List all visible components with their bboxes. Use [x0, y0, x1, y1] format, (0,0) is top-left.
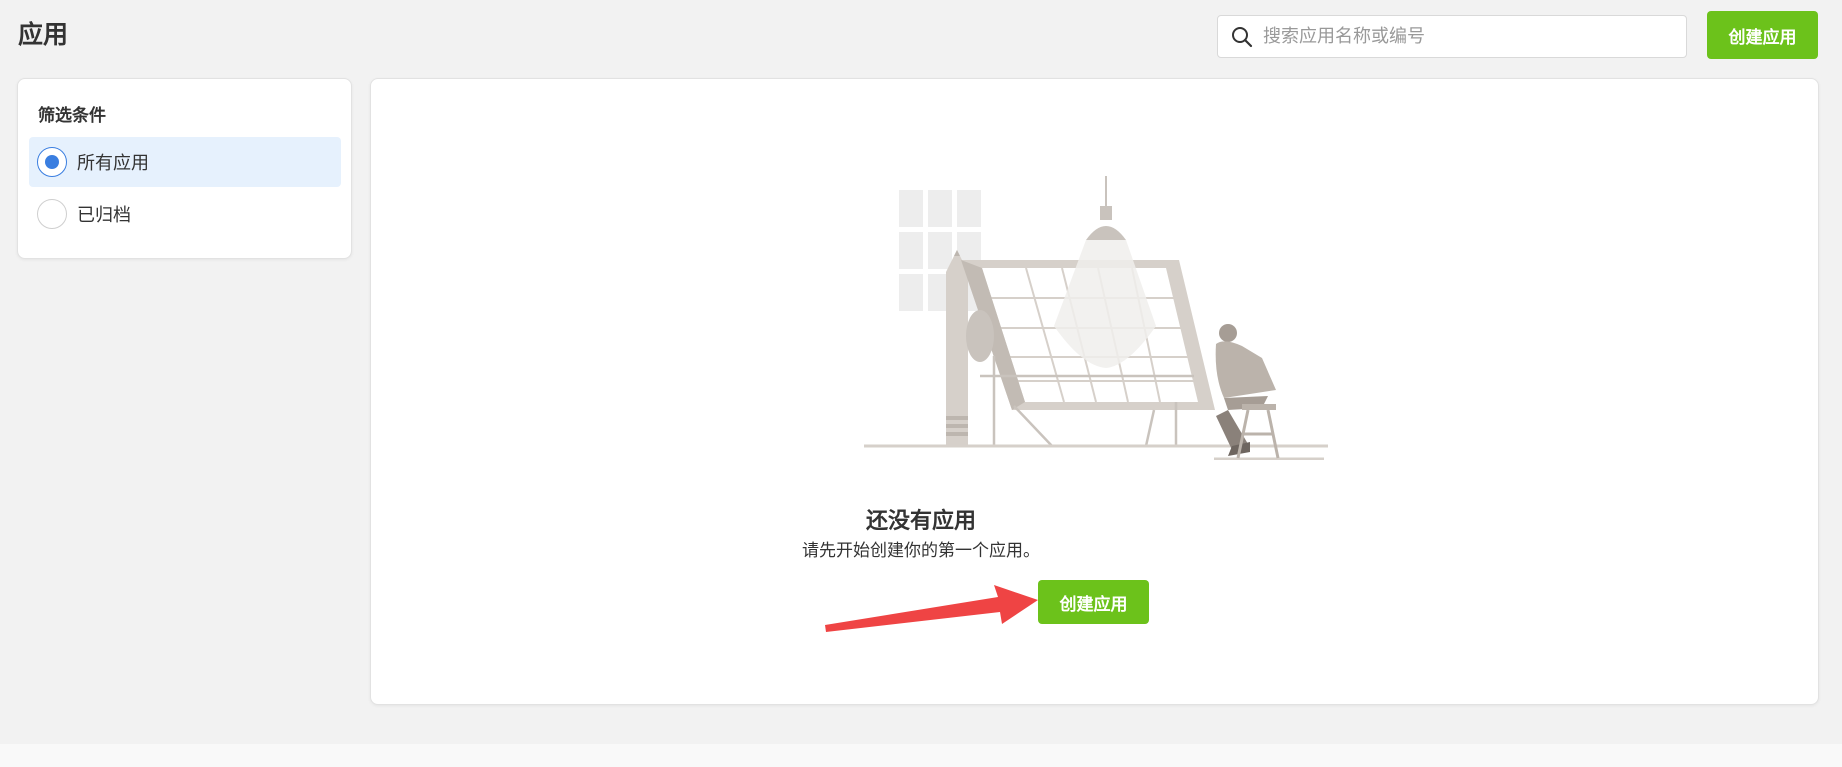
search-box[interactable] [1217, 15, 1687, 58]
filter-option-label: 已归档 [77, 205, 131, 226]
filter-title: 筛选条件 [38, 106, 106, 126]
search-icon [1231, 26, 1253, 48]
page-title: 应用 [18, 20, 69, 49]
radio-checked[interactable] [37, 147, 67, 177]
empty-state-title: 还没有应用 [865, 509, 976, 534]
radio-unchecked[interactable] [37, 199, 67, 229]
filter-panel: 筛选条件 所有应用 已归档 [17, 78, 352, 259]
footer-strip [0, 744, 1842, 767]
filter-option-archived[interactable]: 已归档 [29, 189, 341, 239]
red-arrow-annotation [825, 585, 1038, 632]
empty-state-illustration [864, 176, 1328, 460]
filter-option-label: 所有应用 [77, 153, 149, 174]
empty-state-subtitle: 请先开始创建你的第一个应用。 [802, 541, 1040, 561]
empty-state-create-app-button[interactable]: 创建应用 [1038, 580, 1149, 624]
header-create-app-button[interactable]: 创建应用 [1707, 11, 1818, 59]
app-root: 应用 创建应用 筛选条件 所有应用 已归档 [0, 0, 1842, 767]
search-input[interactable] [1263, 18, 1673, 55]
filter-option-all-apps[interactable]: 所有应用 [29, 137, 341, 187]
